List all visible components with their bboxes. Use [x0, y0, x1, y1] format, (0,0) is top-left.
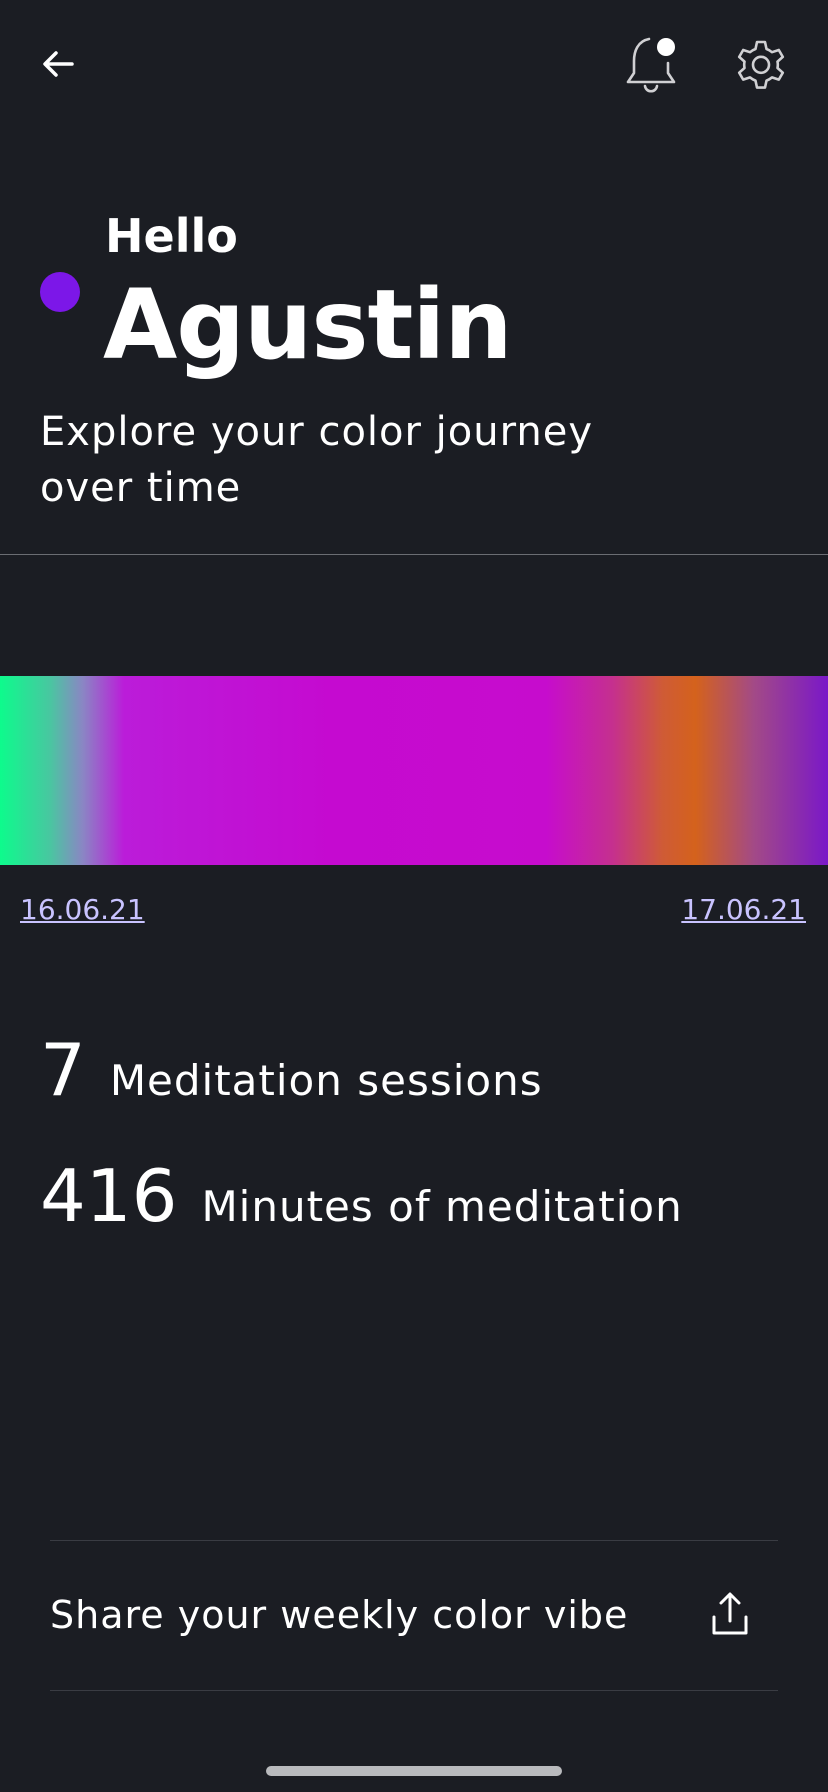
greeting-hello: Hello	[105, 209, 238, 263]
stat-label: Meditation sessions	[109, 1056, 543, 1105]
stat-value: 416	[40, 1154, 178, 1238]
status-dot	[40, 272, 80, 312]
stat-value: 7	[40, 1028, 86, 1112]
share-weekly-vibe-button[interactable]: Share your weekly color vibe	[50, 1560, 778, 1670]
top-bar	[0, 0, 828, 130]
header-divider	[0, 554, 828, 555]
settings-button[interactable]	[728, 30, 794, 100]
color-journey-band[interactable]	[0, 676, 828, 865]
notifications-button[interactable]	[620, 30, 686, 100]
stat-label: Minutes of meditation	[201, 1182, 683, 1231]
stat-minutes-meditation: 416 Minutes of meditation	[40, 1156, 683, 1236]
start-date-link[interactable]: 16.06.21	[20, 892, 145, 928]
share-upload-icon[interactable]	[702, 1587, 758, 1643]
back-button[interactable]	[28, 34, 88, 94]
stat-meditation-sessions: 7 Meditation sessions	[40, 1030, 543, 1110]
home-indicator[interactable]	[266, 1766, 562, 1776]
bell-icon	[626, 37, 676, 93]
user-name: Agustin	[103, 269, 513, 381]
arrow-left-icon	[43, 51, 74, 77]
share-divider-top	[50, 1540, 778, 1541]
notification-badge	[657, 38, 675, 56]
end-date-link[interactable]: 17.06.21	[681, 892, 806, 928]
share-divider-bottom	[50, 1690, 778, 1691]
share-label: Share your weekly color vibe	[50, 1593, 629, 1637]
page-subtitle: Explore your color journey over time	[40, 409, 593, 511]
gear-icon	[737, 40, 785, 89]
